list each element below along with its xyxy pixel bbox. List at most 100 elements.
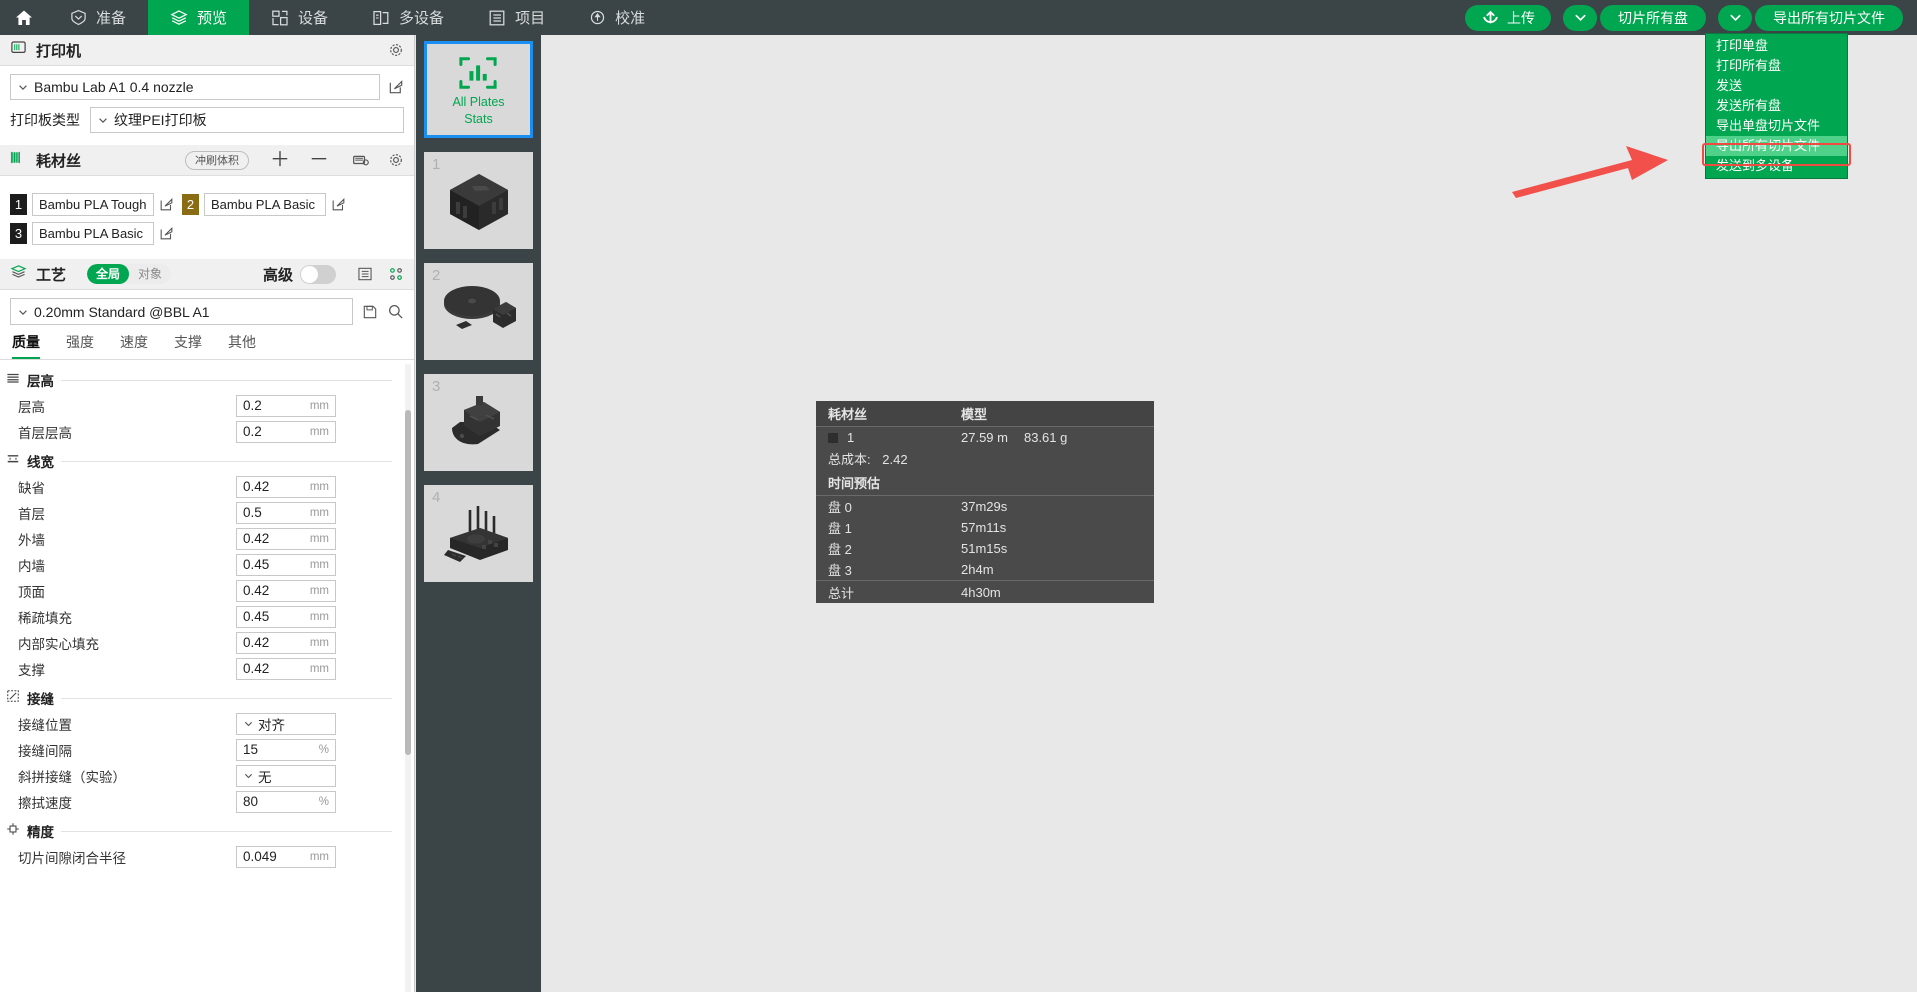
plate-thumbnail-4[interactable]: 4 — [424, 485, 533, 582]
plate-thumbnail-2[interactable]: 2 — [424, 263, 533, 360]
param-select-seam-position[interactable]: 对齐 — [236, 712, 336, 735]
tab-preview[interactable]: 预览 — [148, 0, 250, 35]
filament-name-3[interactable]: Bambu PLA Basic — [32, 222, 154, 245]
plate-all-plates-stats[interactable]: All Plates Stats — [424, 41, 533, 138]
filament-name-2[interactable]: Bambu PLA Basic — [204, 193, 326, 216]
filament-edit-icon-3[interactable] — [159, 226, 174, 241]
param-unit: mm — [309, 558, 329, 571]
param-input-sparse-infill-width[interactable]: 0.45 mm — [236, 605, 336, 628]
stats-filament-id-cell: 1 — [828, 430, 961, 445]
param-label: 支撑 — [18, 662, 45, 678]
home-button[interactable] — [0, 0, 48, 35]
menu-item-send-to-multi-device[interactable]: 发送到多设备 — [1706, 156, 1847, 176]
tab-strength[interactable]: 强度 — [66, 332, 94, 359]
compare-presets-icon[interactable] — [388, 266, 404, 282]
add-filament-button[interactable]: ＋ — [270, 150, 290, 170]
param-value: 0.2 — [243, 398, 262, 413]
save-preset-icon[interactable] — [362, 304, 378, 320]
param-label: 切片间隙闭合半径 — [18, 850, 126, 866]
group-divider — [61, 379, 392, 381]
parameter-list-icon[interactable] — [357, 266, 373, 282]
menu-item-export-all-sliced-files[interactable]: 导出所有切片文件 — [1706, 136, 1847, 156]
stats-plate-time: 57m11s — [961, 520, 1007, 535]
export-all-dropdown-toggle[interactable] — [1718, 4, 1752, 31]
filament-list: 1 Bambu PLA Tough 2 Bambu PLA Basic 3 Ba… — [10, 193, 404, 245]
param-input-slice-closing-radius[interactable]: 0.049 mm — [236, 845, 336, 868]
param-input-first-layer-width[interactable]: 0.5 mm — [236, 501, 336, 524]
param-unit: mm — [309, 636, 329, 649]
param-input-seam-gap[interactable]: 15% — [236, 738, 336, 761]
plate-thumbnail-3[interactable]: 3 — [424, 374, 533, 471]
advanced-toggle-wrap: 高级 — [263, 264, 336, 285]
tab-support[interactable]: 支撑 — [174, 332, 202, 359]
menu-item-print-single-plate[interactable]: 打印单盘 — [1706, 36, 1847, 56]
printer-settings-gear-icon[interactable] — [388, 42, 404, 58]
param-input-layer-height[interactable]: 0.2 mm — [236, 394, 336, 417]
stats-time-row: 盘 2 51m15s — [816, 538, 1154, 559]
tab-prepare[interactable]: 准备 — [48, 0, 148, 35]
menu-item-print-all-plates[interactable]: 打印所有盘 — [1706, 56, 1847, 76]
tab-calibration-label: 校准 — [615, 10, 646, 27]
parameter-scrollbar-thumb[interactable] — [405, 410, 411, 755]
filament-slot-2[interactable]: 2 Bambu PLA Basic — [182, 193, 346, 216]
printer-model-select[interactable]: Bambu Lab A1 0.4 nozzle — [10, 74, 380, 100]
param-label: 层高 — [18, 399, 45, 415]
menu-item-export-single-plate-file[interactable]: 导出单盘切片文件 — [1706, 116, 1847, 136]
filament-edit-icon-2[interactable] — [331, 197, 346, 212]
tab-multi-device[interactable]: 多设备 — [350, 0, 466, 35]
ams-icon[interactable] — [352, 152, 369, 169]
param-unit: mm — [309, 850, 329, 863]
param-label: 斜拼接缝（实验） — [18, 769, 126, 785]
tab-project[interactable]: 项目 — [466, 0, 567, 35]
filament-settings-gear-icon[interactable] — [388, 152, 404, 168]
menu-item-send[interactable]: 发送 — [1706, 76, 1847, 96]
filament-color-dot — [828, 432, 838, 443]
tab-speed[interactable]: 速度 — [120, 332, 148, 359]
filament-color-swatch[interactable]: 1 — [10, 194, 27, 215]
filament-color-swatch[interactable]: 2 — [182, 194, 199, 215]
process-scope-toggle[interactable]: 全局 对象 — [87, 264, 172, 284]
scope-object-option[interactable]: 对象 — [129, 264, 171, 284]
param-input-top-surface-width[interactable]: 0.42 mm — [236, 579, 336, 602]
process-preset-select[interactable]: 0.20mm Standard @BBL A1 — [10, 298, 353, 325]
printer-edit-icon[interactable] — [388, 79, 404, 95]
param-input-outer-wall-width[interactable]: 0.42 mm — [236, 527, 336, 550]
param-select-scarf-joint-seam[interactable]: 无 — [236, 764, 336, 787]
slice-all-plates-button[interactable]: 切片所有盘 — [1600, 4, 1706, 31]
export-all-files-button[interactable]: 导出所有切片文件 — [1755, 4, 1903, 31]
bed-type-select[interactable]: 纹理PEI打印板 — [90, 107, 404, 133]
bed-type-value: 纹理PEI打印板 — [114, 112, 207, 128]
tab-calibration[interactable]: 校准 — [567, 0, 667, 35]
filament-color-swatch[interactable]: 3 — [10, 223, 27, 244]
tab-others[interactable]: 其他 — [228, 332, 256, 359]
filament-name-1[interactable]: Bambu PLA Tough — [32, 193, 154, 216]
tab-device[interactable]: 设备 — [249, 0, 350, 35]
filament-slot-1[interactable]: 1 Bambu PLA Tough — [10, 193, 174, 216]
slice-all-dropdown-toggle[interactable] — [1563, 4, 1597, 31]
param-input-support-width[interactable]: 0.42 mm — [236, 657, 336, 680]
stats-table-header: 耗材丝 模型 — [816, 401, 1154, 427]
filament-edit-icon-1[interactable] — [159, 197, 174, 212]
advanced-toggle[interactable] — [300, 264, 336, 284]
param-row: 接缝间隔 15% — [0, 737, 414, 762]
filament-slot-3[interactable]: 3 Bambu PLA Basic — [10, 222, 174, 245]
process-layers-icon — [10, 263, 27, 285]
param-input-first-layer-height[interactable]: 0.2 mm — [236, 420, 336, 443]
scope-global-option[interactable]: 全局 — [87, 264, 130, 284]
tab-preview-label: 预览 — [197, 10, 228, 27]
param-input-default-width[interactable]: 0.42 mm — [236, 475, 336, 498]
stats-total-label: 总计 — [828, 585, 855, 601]
stats-plate-time: 37m29s — [961, 499, 1008, 514]
param-input-internal-solid-infill-width[interactable]: 0.42 mm — [236, 631, 336, 654]
param-value: 0.42 — [243, 661, 270, 676]
param-value: 对齐 — [258, 717, 285, 733]
upload-button[interactable]: 上传 — [1465, 4, 1551, 31]
menu-item-send-all-plates[interactable]: 发送所有盘 — [1706, 96, 1847, 116]
tab-quality[interactable]: 质量 — [12, 332, 40, 359]
plate-thumbnail-1[interactable]: 1 — [424, 152, 533, 249]
param-input-inner-wall-width[interactable]: 0.45 mm — [236, 553, 336, 576]
param-input-wipe-speed[interactable]: 80% — [236, 790, 336, 813]
remove-filament-button[interactable]: － — [309, 150, 329, 170]
search-parameter-icon[interactable] — [387, 303, 404, 320]
flush-volume-button[interactable]: 冲刷体积 — [185, 150, 249, 170]
